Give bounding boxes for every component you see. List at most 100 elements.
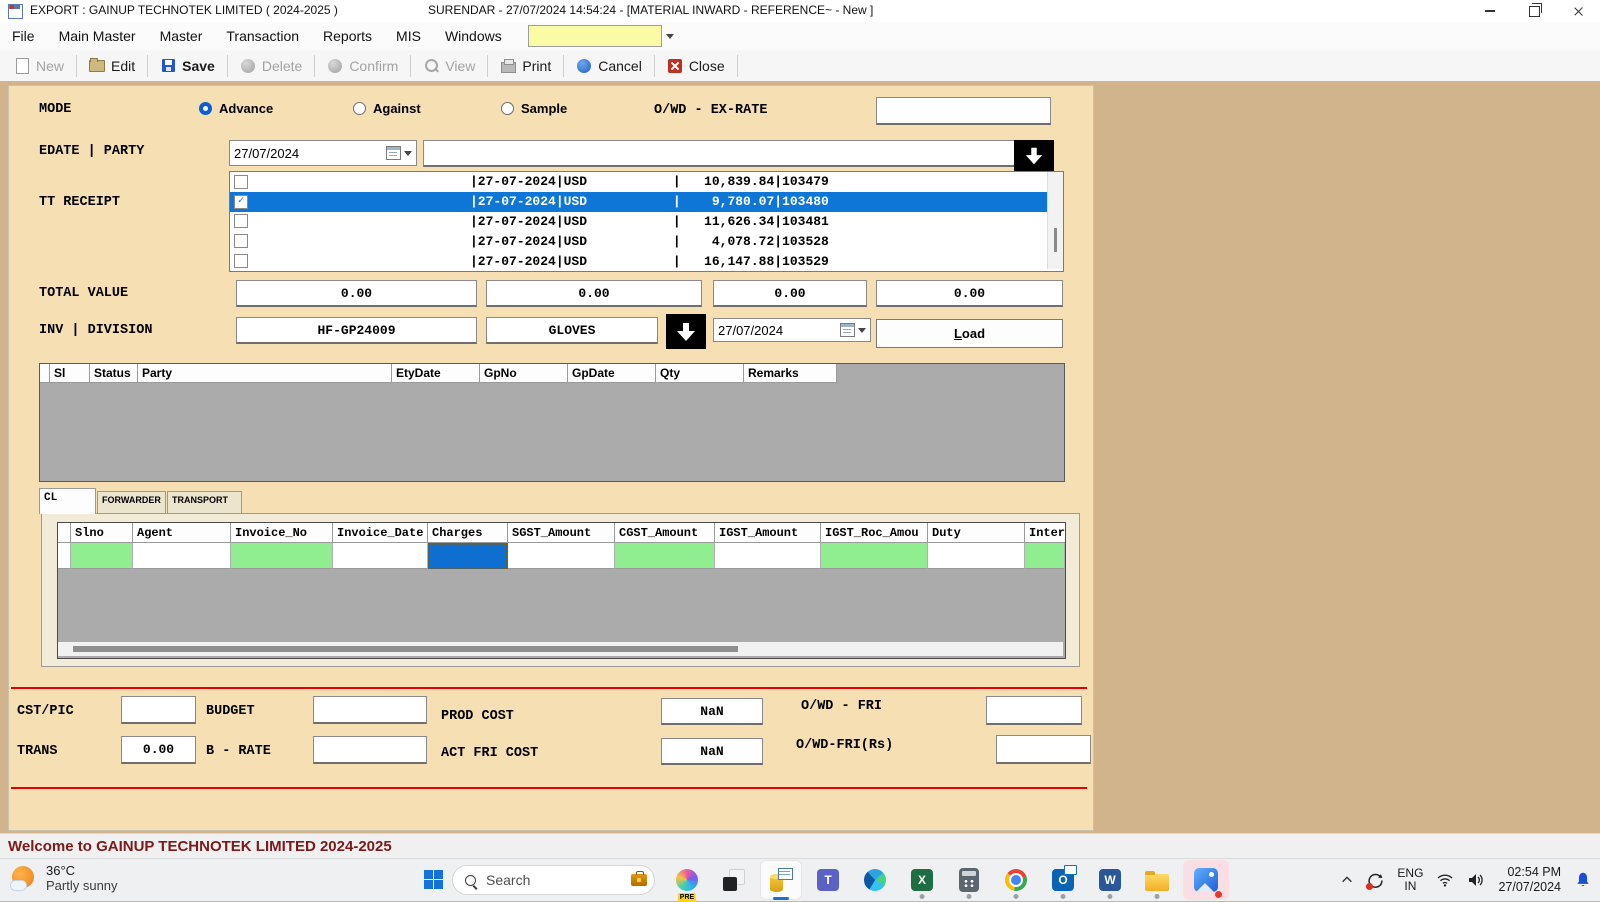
tray-expand-button[interactable] bbox=[1340, 873, 1354, 887]
tab-transport[interactable]: TRANSPORT bbox=[167, 491, 242, 514]
cell-inter[interactable] bbox=[1025, 543, 1065, 569]
checkbox-icon[interactable] bbox=[234, 254, 248, 268]
cell-agent[interactable] bbox=[133, 543, 231, 569]
horizontal-scrollbar[interactable] bbox=[58, 642, 1063, 656]
exrate-input[interactable] bbox=[876, 97, 1051, 125]
save-button[interactable]: Save bbox=[150, 53, 225, 79]
tab-cl[interactable]: CL bbox=[39, 488, 96, 514]
chevron-down-icon[interactable] bbox=[858, 328, 866, 333]
menu-main-master[interactable]: Main Master bbox=[47, 22, 148, 50]
start-button[interactable] bbox=[424, 870, 443, 889]
teams-button[interactable]: T bbox=[807, 860, 849, 900]
menu-combobox[interactable] bbox=[528, 25, 662, 47]
radio-advance[interactable]: Advance bbox=[199, 101, 273, 116]
inv-date-picker[interactable]: 27/07/2024 bbox=[713, 318, 871, 342]
chevron-down-icon[interactable] bbox=[666, 34, 674, 39]
checkbox-checked-icon[interactable]: ✓ bbox=[234, 195, 248, 209]
erp-app-button[interactable] bbox=[760, 860, 802, 900]
radio-against[interactable]: Against bbox=[353, 101, 421, 116]
menu-master[interactable]: Master bbox=[148, 22, 215, 50]
delete-button[interactable]: Delete bbox=[230, 53, 312, 79]
total-value-1[interactable]: 0.00 bbox=[236, 280, 477, 307]
vertical-scrollbar[interactable] bbox=[1047, 172, 1063, 269]
total-value-2[interactable]: 0.00 bbox=[486, 280, 702, 307]
checkbox-icon[interactable] bbox=[234, 214, 248, 228]
total-value-3[interactable]: 0.00 bbox=[713, 280, 867, 307]
tt-receipt-row[interactable]: |27-07-2024|USD | 16,147.88|103529 bbox=[230, 251, 1063, 271]
checkbox-icon[interactable] bbox=[234, 175, 248, 189]
menu-windows[interactable]: Windows bbox=[433, 22, 514, 50]
radio-sample[interactable]: Sample bbox=[501, 101, 567, 116]
checkbox-icon[interactable] bbox=[234, 234, 248, 248]
file-explorer-button[interactable] bbox=[1136, 860, 1178, 900]
edit-button[interactable]: Edit bbox=[79, 53, 145, 79]
calculator-button[interactable] bbox=[948, 860, 990, 900]
invoice-input[interactable]: HF-GP24009 bbox=[236, 317, 477, 344]
search-box[interactable]: Search bbox=[452, 865, 655, 895]
print-button[interactable]: Print bbox=[490, 53, 561, 79]
tt-receipt-row[interactable]: |27-07-2024|USD | 4,078.72|103528 bbox=[230, 231, 1063, 251]
act-fri-cost-value[interactable]: NaN bbox=[661, 738, 763, 765]
task-view-button[interactable] bbox=[713, 860, 755, 900]
cell-duty[interactable] bbox=[928, 543, 1025, 569]
party-lookup-button[interactable] bbox=[1014, 140, 1054, 171]
division-input[interactable]: GLOVES bbox=[486, 317, 658, 344]
menu-mis[interactable]: MIS bbox=[384, 22, 433, 50]
copilot-button[interactable]: PRE bbox=[666, 860, 708, 900]
new-button[interactable]: New bbox=[4, 53, 74, 79]
tab-forwarder[interactable]: FORWARDER bbox=[97, 491, 166, 514]
menu-transaction[interactable]: Transaction bbox=[214, 22, 311, 50]
owd-fri-input[interactable] bbox=[986, 696, 1082, 725]
view-button[interactable]: View bbox=[413, 53, 485, 79]
clock[interactable]: 02:54 PM 27/07/2024 bbox=[1498, 865, 1561, 895]
b-rate-input[interactable] bbox=[313, 736, 427, 764]
owd-fri-rs-input[interactable] bbox=[996, 735, 1091, 764]
row-selector-cell[interactable] bbox=[58, 543, 71, 569]
menu-file[interactable]: File bbox=[0, 22, 47, 50]
volume-tray-icon[interactable] bbox=[1467, 872, 1485, 888]
excel-button[interactable]: X bbox=[901, 860, 943, 900]
budget-input[interactable] bbox=[313, 696, 427, 724]
cancel-button[interactable]: Cancel bbox=[566, 53, 652, 79]
party-input[interactable] bbox=[423, 140, 1015, 167]
chrome-button[interactable] bbox=[995, 860, 1037, 900]
prod-cost-value[interactable]: NaN bbox=[661, 698, 763, 725]
tt-receipt-row-selected[interactable]: ✓ |27-07-2024|USD | 9,780.07|103480 bbox=[230, 192, 1063, 212]
charges-grid[interactable]: Slno Agent Invoice_No Invoice_Date Charg… bbox=[57, 522, 1066, 659]
cell-sgst[interactable] bbox=[508, 543, 615, 569]
wifi-tray-icon[interactable] bbox=[1436, 872, 1454, 888]
confirm-button[interactable]: Confirm bbox=[317, 53, 408, 79]
notification-center-button[interactable] bbox=[1574, 871, 1592, 889]
load-button[interactable]: Load bbox=[876, 319, 1063, 348]
cell-invoice-date[interactable] bbox=[333, 543, 428, 569]
cell-charges-focused[interactable] bbox=[428, 543, 508, 569]
tt-receipt-row[interactable]: |27-07-2024|USD | 10,839.84|103479 bbox=[230, 172, 1063, 192]
tt-receipt-list[interactable]: |27-07-2024|USD | 10,839.84|103479 ✓ |27… bbox=[229, 171, 1064, 272]
word-button[interactable]: W bbox=[1089, 860, 1131, 900]
scrollbar-thumb[interactable] bbox=[1054, 228, 1057, 252]
division-lookup-button[interactable] bbox=[666, 314, 706, 349]
total-value-4[interactable]: 0.00 bbox=[876, 280, 1063, 307]
cst-pic-input[interactable] bbox=[121, 696, 196, 724]
cell-slno[interactable] bbox=[71, 543, 133, 569]
minimize-button[interactable] bbox=[1468, 0, 1512, 22]
cell-cgst[interactable] bbox=[615, 543, 715, 569]
weather-widget[interactable]: 36°C Partly sunny bbox=[10, 863, 118, 893]
restore-button[interactable] bbox=[1512, 0, 1556, 22]
cell-igst-roc[interactable] bbox=[821, 543, 928, 569]
edate-picker[interactable]: 27/07/2024 bbox=[229, 140, 417, 166]
cell-invoice-no[interactable] bbox=[231, 543, 333, 569]
close-button[interactable]: Close bbox=[657, 53, 735, 79]
photos-button[interactable] bbox=[1183, 860, 1229, 900]
trans-input[interactable]: 0.00 bbox=[121, 736, 196, 764]
outlook-button[interactable]: O bbox=[1042, 860, 1084, 900]
language-indicator[interactable]: ENG IN bbox=[1397, 867, 1423, 893]
tt-receipt-row[interactable]: |27-07-2024|USD | 11,626.34|103481 bbox=[230, 212, 1063, 232]
menu-reports[interactable]: Reports bbox=[311, 22, 384, 50]
cell-igst[interactable] bbox=[715, 543, 821, 569]
chevron-down-icon[interactable] bbox=[404, 151, 412, 156]
gatepass-grid[interactable]: Sl Status Party EtyDate GpNo GpDate Qty … bbox=[39, 363, 1065, 482]
update-tray-icon[interactable] bbox=[1367, 872, 1384, 889]
close-window-button[interactable] bbox=[1556, 0, 1600, 22]
scrollbar-thumb[interactable] bbox=[73, 646, 738, 652]
